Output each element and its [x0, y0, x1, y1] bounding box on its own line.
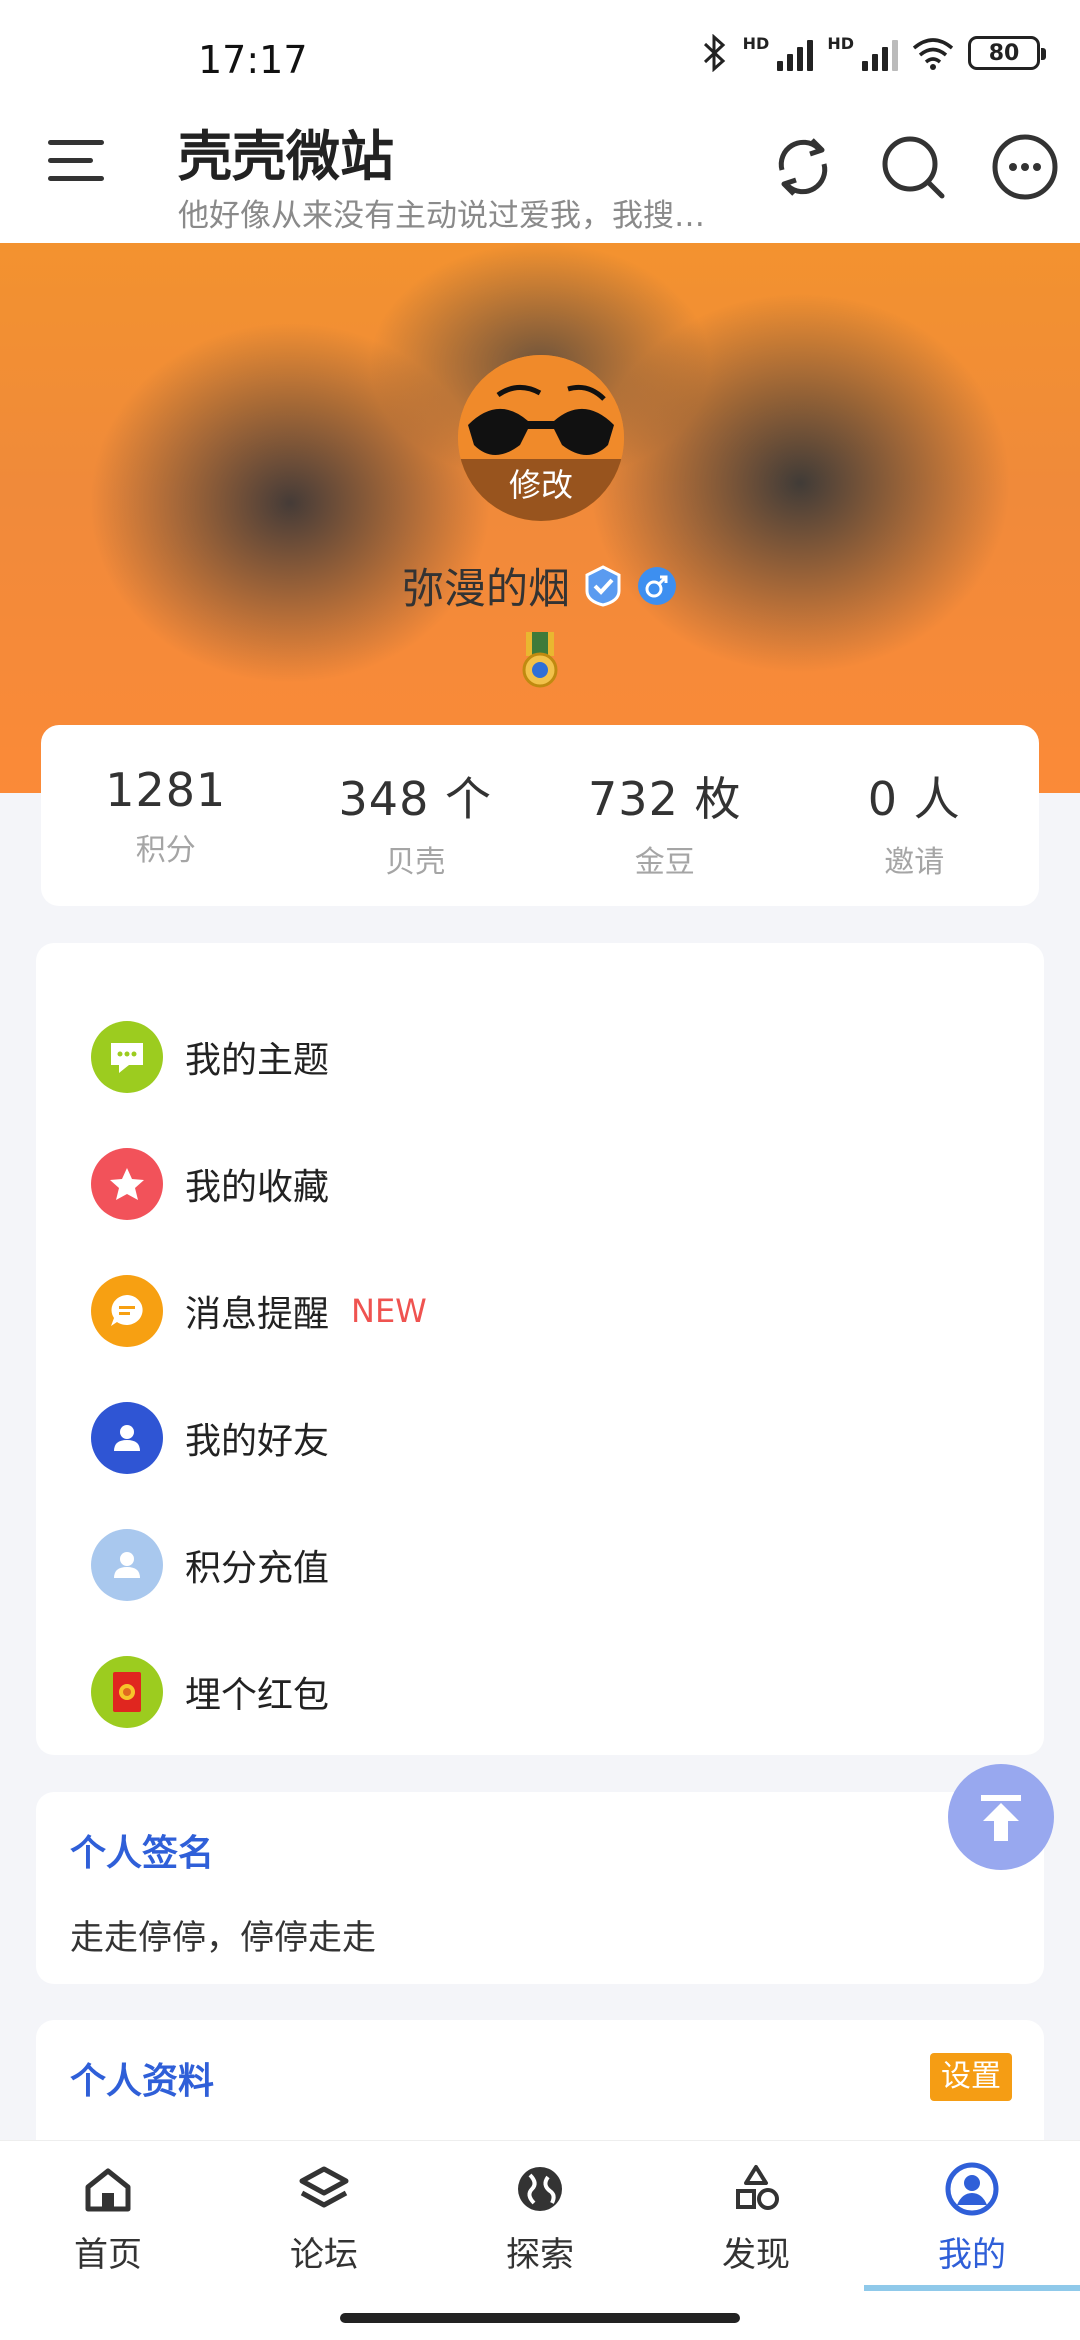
- tab-label: 我的: [938, 2235, 1006, 2275]
- settings-button[interactable]: 设置: [930, 2053, 1012, 2101]
- avatar[interactable]: 修改: [458, 355, 624, 521]
- page-title: 壳壳微站: [178, 125, 394, 188]
- signal-icon: [777, 35, 814, 71]
- menu-item-recharge[interactable]: 积分充值: [36, 1501, 1044, 1628]
- battery-level: 80: [988, 40, 1020, 66]
- shapes-icon: [736, 2165, 779, 2210]
- chat-bubble-icon: [91, 1020, 163, 1093]
- menu-item-label: 积分充值: [185, 1547, 330, 1589]
- menu-icon[interactable]: [48, 140, 104, 196]
- tab-label: 探索: [506, 2235, 574, 2275]
- avatar-edit-label[interactable]: 修改: [458, 459, 624, 521]
- menu-item-label: 我的主题: [185, 1039, 330, 1081]
- home-icon: [85, 2168, 131, 2212]
- profile-icon: [945, 2162, 999, 2216]
- hd-label: HD: [742, 34, 770, 53]
- hd-label-2: HD: [827, 34, 854, 53]
- message-icon: [91, 1274, 163, 1347]
- menu-item-label: 我的好友: [185, 1420, 330, 1462]
- status-bar: 17:17 HD HD 80: [0, 0, 1080, 110]
- tab-label: 首页: [74, 2235, 142, 2275]
- active-tab-indicator: [864, 2285, 1080, 2291]
- tab-explore[interactable]: 探索: [432, 2141, 648, 2340]
- app-header: 壳壳微站 他好像从来没有主动说过爱我，我搜…: [0, 110, 1080, 243]
- status-icons: HD HD 80: [701, 34, 1046, 72]
- menu-item-label: 消息提醒: [185, 1293, 330, 1335]
- new-badge: NEW: [351, 1291, 427, 1330]
- menu-item-label: 我的收藏: [185, 1166, 330, 1208]
- stat-label: 邀请: [884, 845, 945, 880]
- bottom-nav: 首页 论坛 探索 发现 我的: [0, 2140, 1080, 2340]
- menu-item-friends[interactable]: 我的好友: [36, 1374, 1044, 1501]
- tab-mine[interactable]: 我的: [864, 2141, 1080, 2340]
- layers-icon: [299, 2166, 349, 2208]
- stat-gold-beans[interactable]: 732 枚 金豆: [540, 725, 790, 906]
- status-time: 17:17: [198, 38, 308, 82]
- menu-item-red-envelope[interactable]: 埋个红包: [36, 1628, 1044, 1755]
- tab-forum[interactable]: 论坛: [216, 2141, 432, 2340]
- profile-info-title: 个人资料: [70, 2061, 215, 2102]
- stat-label: 金豆: [634, 845, 695, 880]
- signature-title: 个人签名: [70, 1833, 215, 1874]
- username: 弥漫的烟: [401, 564, 570, 613]
- home-indicator: [340, 2313, 740, 2323]
- battery-indicator: 80: [968, 36, 1046, 70]
- verified-badge-icon: [585, 564, 621, 607]
- bluetooth-icon: [703, 34, 725, 72]
- user-icon: [91, 1401, 163, 1474]
- menu-item-label: 埋个红包: [185, 1674, 330, 1716]
- signature-text: 走走停停，停停走走: [70, 1918, 376, 1958]
- username-row: 弥漫的烟: [0, 555, 1080, 616]
- more-icon[interactable]: [990, 132, 1060, 202]
- stat-value: 0 人: [867, 772, 961, 826]
- wifi-icon: [912, 38, 954, 70]
- tab-home[interactable]: 首页: [0, 2141, 216, 2340]
- stat-value: 348 个: [338, 772, 492, 826]
- menu-item-my-topics[interactable]: 我的主题: [36, 993, 1044, 1120]
- stat-label: 贝壳: [385, 845, 446, 880]
- menu-item-favorites[interactable]: 我的收藏: [36, 1120, 1044, 1247]
- page-subtitle: 他好像从来没有主动说过爱我，我搜…: [178, 198, 705, 234]
- stat-points[interactable]: 1281 积分: [41, 725, 291, 906]
- user-icon: [91, 1528, 163, 1601]
- stat-value: 1281: [105, 763, 227, 817]
- scroll-to-top-button[interactable]: [948, 1764, 1054, 1870]
- signature-card: 个人签名 走走停停，停停走走: [36, 1792, 1044, 1984]
- stat-value: 732 枚: [588, 772, 742, 826]
- globe-icon: [518, 2167, 562, 2211]
- tab-label: 发现: [722, 2235, 790, 2275]
- signal-icon-2: [862, 35, 898, 71]
- stat-label: 积分: [135, 833, 196, 868]
- stat-shells[interactable]: 348 个 贝壳: [291, 725, 541, 906]
- tab-label: 论坛: [290, 2235, 358, 2275]
- menu-item-notifications[interactable]: 消息提醒 NEW: [36, 1247, 1044, 1374]
- menu-card: 我的主题 我的收藏 消息提醒 NEW 我的好友 积分充值 埋个红包: [36, 943, 1044, 1755]
- tab-discover[interactable]: 发现: [648, 2141, 864, 2340]
- refresh-icon[interactable]: [768, 132, 838, 202]
- male-badge-icon: [638, 566, 676, 605]
- search-icon[interactable]: [878, 132, 948, 202]
- stats-card: 1281 积分 348 个 贝壳 732 枚 金豆 0 人 邀请: [41, 725, 1039, 906]
- medal-icon: [522, 632, 558, 688]
- red-envelope-icon: [91, 1655, 163, 1728]
- stat-invites[interactable]: 0 人 邀请: [790, 725, 1040, 906]
- arrow-up-icon: [981, 1795, 1021, 1841]
- star-icon: [91, 1147, 163, 1220]
